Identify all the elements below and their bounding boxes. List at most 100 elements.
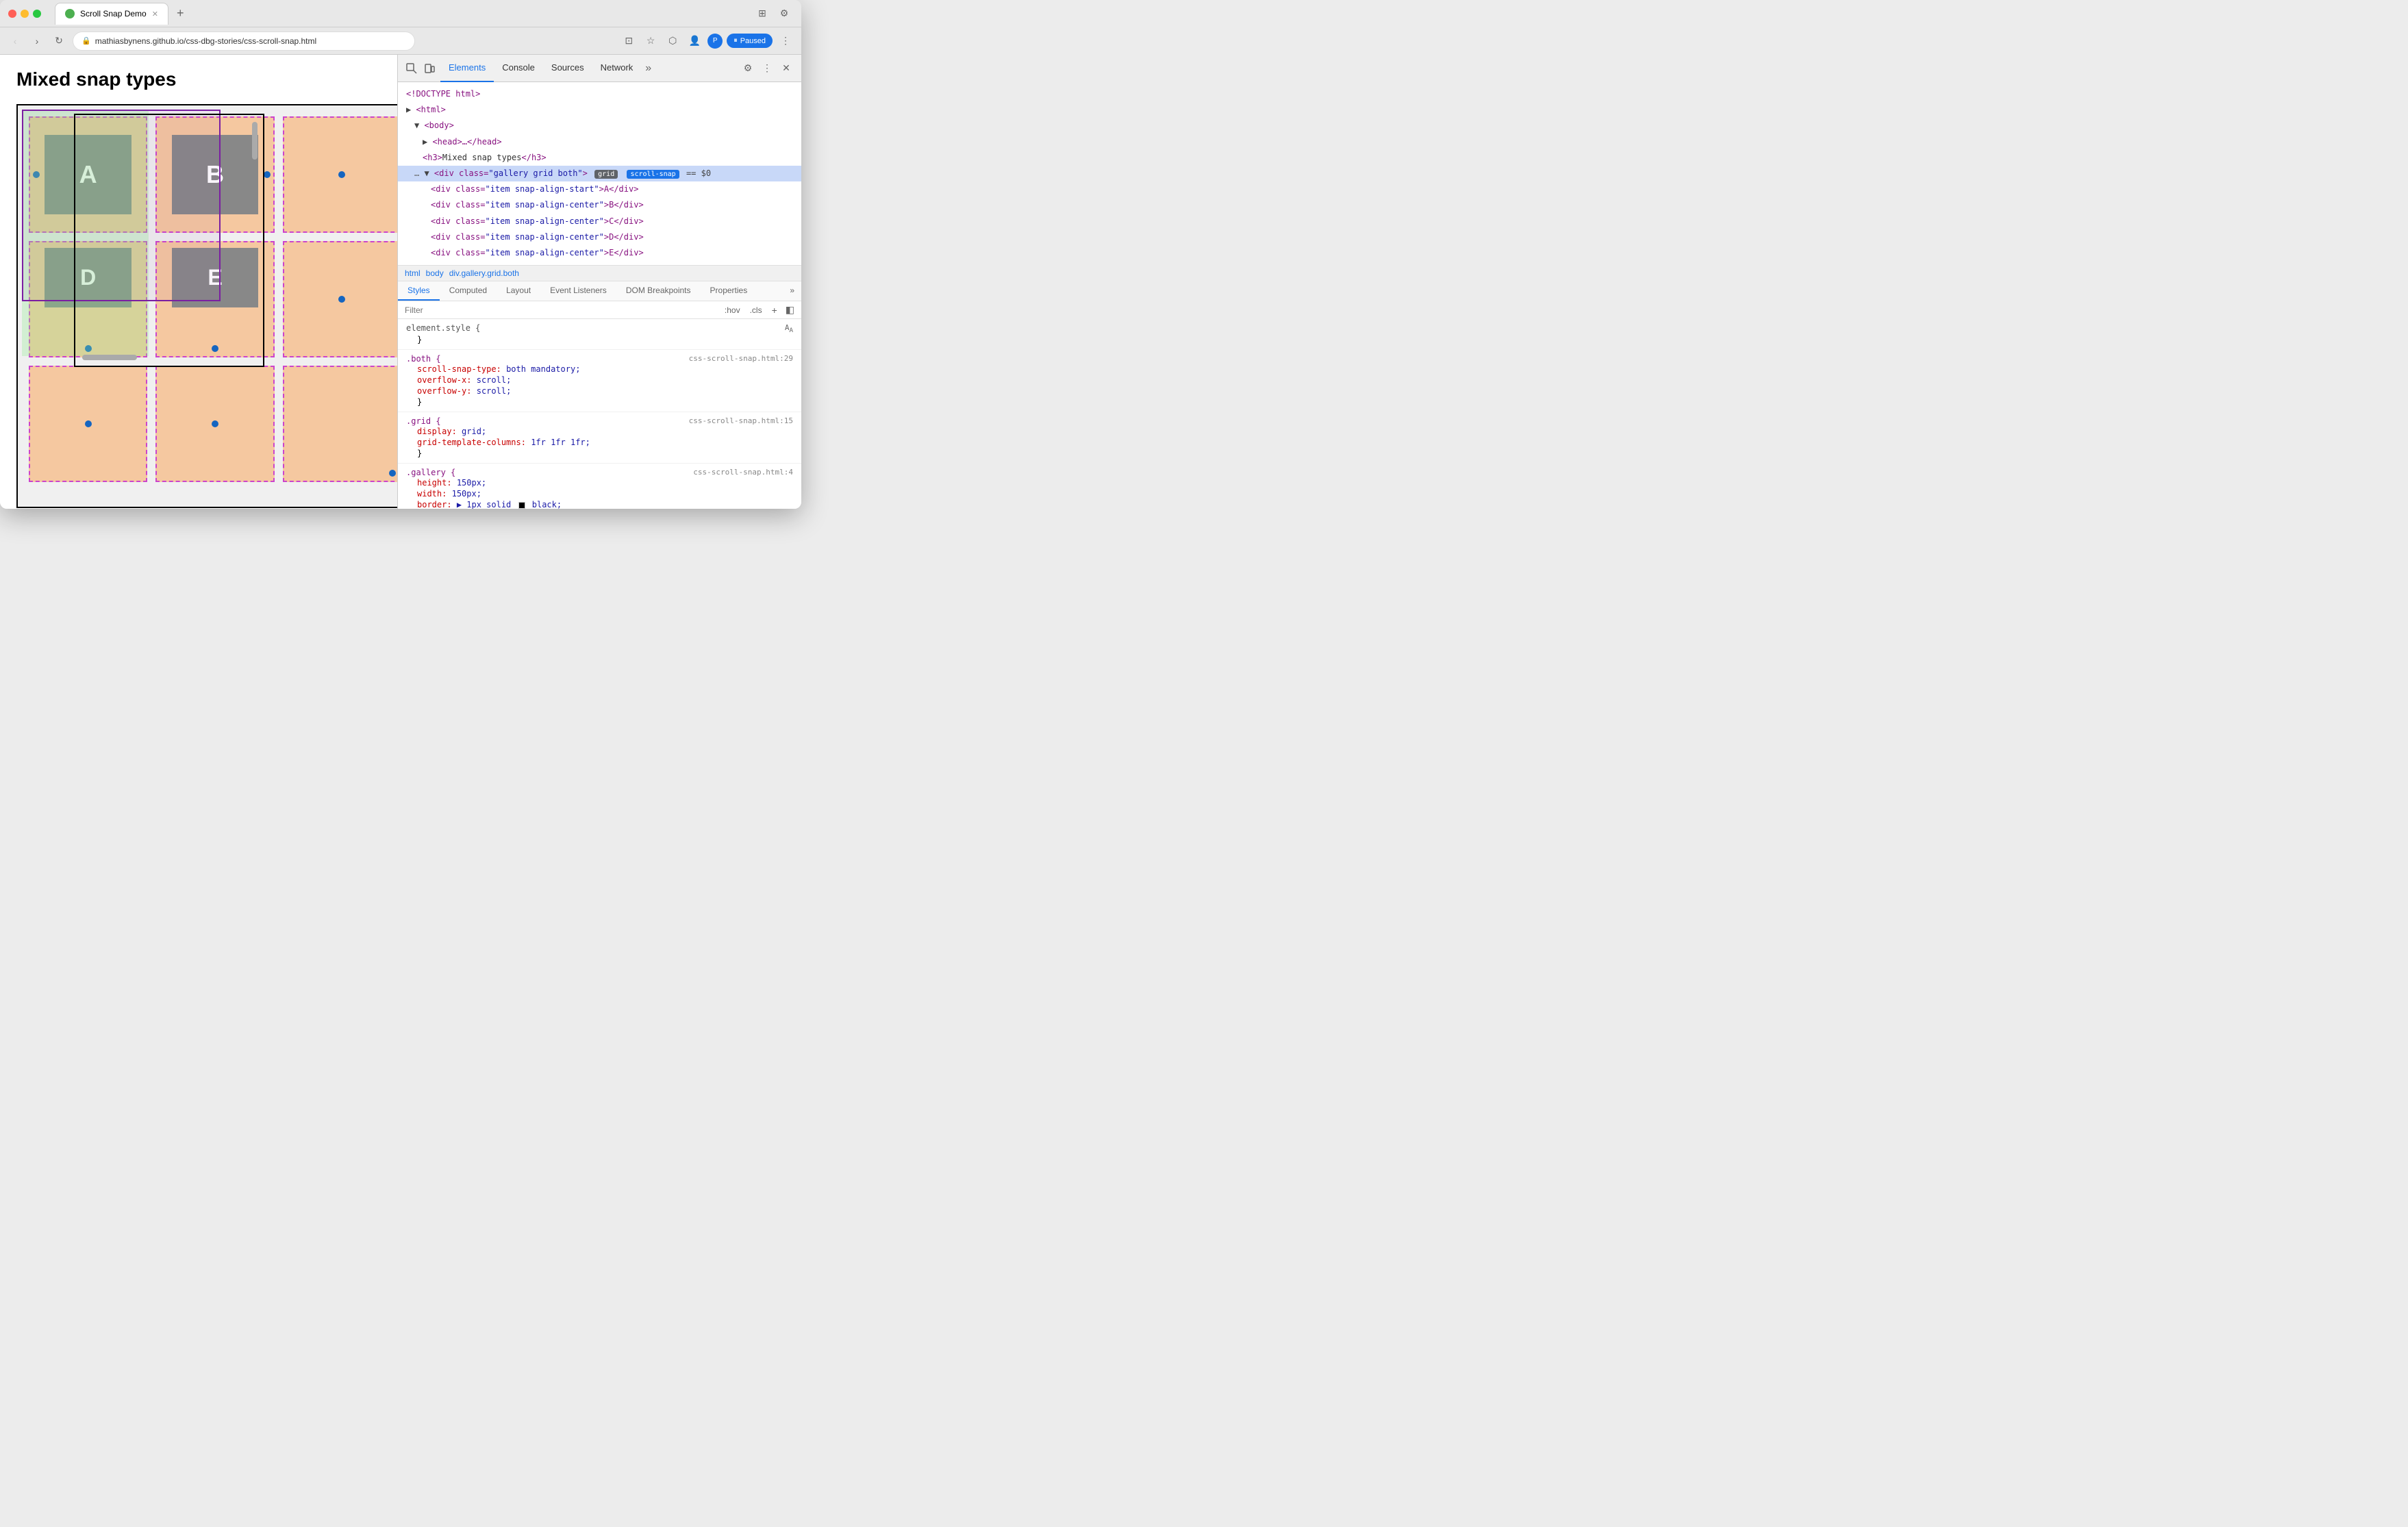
gallery-item-c — [283, 116, 397, 233]
styles-tabs: Styles Computed Layout Event Listeners D… — [398, 281, 801, 301]
breadcrumb: html body div.gallery.grid.both — [398, 266, 801, 281]
filter-cls[interactable]: .cls — [750, 305, 762, 315]
sync-button[interactable]: 👤 — [686, 32, 703, 50]
title-bar: Scroll Snap Demo ✕ + ⊞ ⚙ — [0, 0, 801, 27]
styles-tab-properties[interactable]: Properties — [701, 281, 757, 301]
devtools-settings-button[interactable]: ⚙ — [740, 60, 756, 77]
dom-child-d: <div class="item snap-align-center">D</d… — [398, 229, 801, 245]
gallery-item-h — [155, 366, 274, 482]
inspect-element-button[interactable]: ◧ — [786, 304, 794, 316]
browser-tab-active[interactable]: Scroll Snap Demo ✕ — [55, 3, 168, 25]
css-overflow-y-prop: overflow-y: scroll; — [406, 386, 793, 396]
tab-close-button[interactable]: ✕ — [152, 10, 158, 18]
item-d-label: D — [45, 248, 131, 307]
snap-dot-e — [212, 345, 218, 352]
traffic-lights — [8, 10, 41, 18]
tab-sources[interactable]: Sources — [543, 55, 592, 82]
address-bar: ‹ › ↻ 🔒 mathiasbynens.github.io/css-dbg-… — [0, 27, 801, 55]
devtools-more-tabs[interactable]: » — [641, 55, 655, 82]
new-tab-button[interactable]: + — [171, 6, 190, 21]
styles-panel: element.style { AA } .both { css-scroll-… — [398, 319, 801, 509]
tab-elements[interactable]: Elements — [440, 55, 494, 82]
close-button[interactable] — [8, 10, 16, 18]
tab-console[interactable]: Console — [494, 55, 543, 82]
tab-favicon — [65, 9, 75, 18]
snap-dot-h — [212, 420, 218, 427]
page-content: Mixed snap types — [0, 55, 397, 509]
css-border-prop: border: ▶ 1px solid black; — [406, 499, 793, 509]
gallery-grid: A B D — [18, 105, 397, 493]
filter-input[interactable] — [405, 305, 719, 315]
bookmarks-button[interactable]: ☆ — [642, 32, 660, 50]
css-both-source[interactable]: css-scroll-snap.html:29 — [689, 354, 793, 364]
minimize-button[interactable] — [21, 10, 29, 18]
forward-button[interactable]: › — [29, 33, 45, 49]
dom-doctype: <!DOCTYPE html> — [398, 86, 801, 102]
css-width-prop: width: 150px; — [406, 488, 793, 499]
styles-tab-computed[interactable]: Computed — [440, 281, 497, 301]
devtools-close-button[interactable]: ✕ — [778, 60, 794, 77]
paused-button[interactable]: ⏸ Paused — [727, 34, 773, 48]
css-gallery-source[interactable]: css-scroll-snap.html:4 — [693, 468, 793, 477]
css-rule-close-brace: } — [406, 334, 793, 345]
breadcrumb-div[interactable]: div.gallery.grid.both — [449, 268, 519, 278]
gallery-item-g — [29, 366, 147, 482]
breadcrumb-body[interactable]: body — [426, 268, 444, 278]
tab-network[interactable]: Network — [592, 55, 642, 82]
css-grid-source[interactable]: css-scroll-snap.html:15 — [689, 416, 793, 426]
settings-button[interactable]: ⚙ — [775, 5, 793, 23]
styles-tab-layout[interactable]: Layout — [497, 281, 540, 301]
maximize-button[interactable] — [33, 10, 41, 18]
font-size-icon: AA — [785, 323, 793, 334]
snap-dot-b — [264, 171, 271, 178]
add-style-rule-button[interactable]: + — [772, 305, 777, 316]
dom-html: ▶ <html> — [398, 102, 801, 118]
gallery-item-a: A — [29, 116, 147, 233]
page-title: Mixed snap types — [16, 68, 381, 90]
dom-body: ▼ <body> — [398, 118, 801, 134]
styles-tab-styles[interactable]: Styles — [398, 281, 440, 301]
dom-selected-div[interactable]: … ▼ <div class="gallery grid both"> grid… — [398, 166, 801, 181]
item-a-label: A — [45, 135, 131, 214]
extensions-button[interactable]: ⊞ — [753, 5, 771, 23]
demo-container[interactable]: A B D — [16, 104, 397, 508]
css-gallery-selector: .gallery { — [406, 468, 455, 477]
element-picker-icon[interactable] — [405, 62, 418, 75]
device-toggle-icon[interactable] — [423, 62, 436, 75]
css-rule-grid: .grid { css-scroll-snap.html:15 display:… — [398, 412, 801, 464]
devtools-actions: ⚙ ⋮ ✕ — [740, 60, 794, 77]
item-e-label: E — [172, 248, 259, 307]
css-scroll-snap-type-prop: scroll-snap-type: both mandatory; — [406, 364, 793, 375]
css-both-close-brace: } — [406, 396, 793, 407]
devtools-more-button[interactable]: ⋮ — [759, 60, 775, 77]
dom-h3: <h3>Mixed snap types</h3> — [398, 150, 801, 166]
css-both-selector: .both { — [406, 354, 441, 364]
url-bar[interactable]: 🔒 mathiasbynens.github.io/css-dbg-storie… — [73, 31, 415, 51]
styles-tab-event-listeners[interactable]: Event Listeners — [540, 281, 616, 301]
gallery-item-e: E — [155, 241, 274, 357]
snap-dot-g — [85, 420, 92, 427]
url-text: mathiasbynens.github.io/css-dbg-stories/… — [95, 36, 316, 46]
dom-child-e: <div class="item snap-align-center">E</d… — [398, 245, 801, 261]
reload-button[interactable]: ↻ — [51, 33, 67, 49]
gallery-item-i — [283, 366, 397, 482]
profile-extensions-button[interactable]: ⬡ — [664, 32, 681, 50]
css-grid-close-brace: } — [406, 448, 793, 459]
devtools-tabs: Elements Console Sources Network » — [440, 55, 736, 82]
menu-button[interactable]: ⋮ — [777, 32, 794, 50]
main-area: Mixed snap types — [0, 55, 801, 509]
cast-button[interactable]: ⊡ — [620, 32, 638, 50]
snap-dot-f — [338, 296, 345, 303]
back-button[interactable]: ‹ — [7, 33, 23, 49]
lock-icon: 🔒 — [81, 36, 91, 45]
item-b-label: B — [172, 135, 259, 214]
filter-bar: :hov .cls + ◧ — [398, 301, 801, 319]
gallery-item-f — [283, 241, 397, 357]
border-color-swatch[interactable] — [518, 502, 525, 509]
styles-more-icon[interactable]: » — [783, 281, 801, 301]
filter-pseudo[interactable]: :hov — [725, 305, 740, 315]
css-grid-selector: .grid { — [406, 416, 441, 426]
css-overflow-x-prop: overflow-x: scroll; — [406, 375, 793, 386]
breadcrumb-html[interactable]: html — [405, 268, 421, 278]
styles-tab-dom-breakpoints[interactable]: DOM Breakpoints — [616, 281, 701, 301]
